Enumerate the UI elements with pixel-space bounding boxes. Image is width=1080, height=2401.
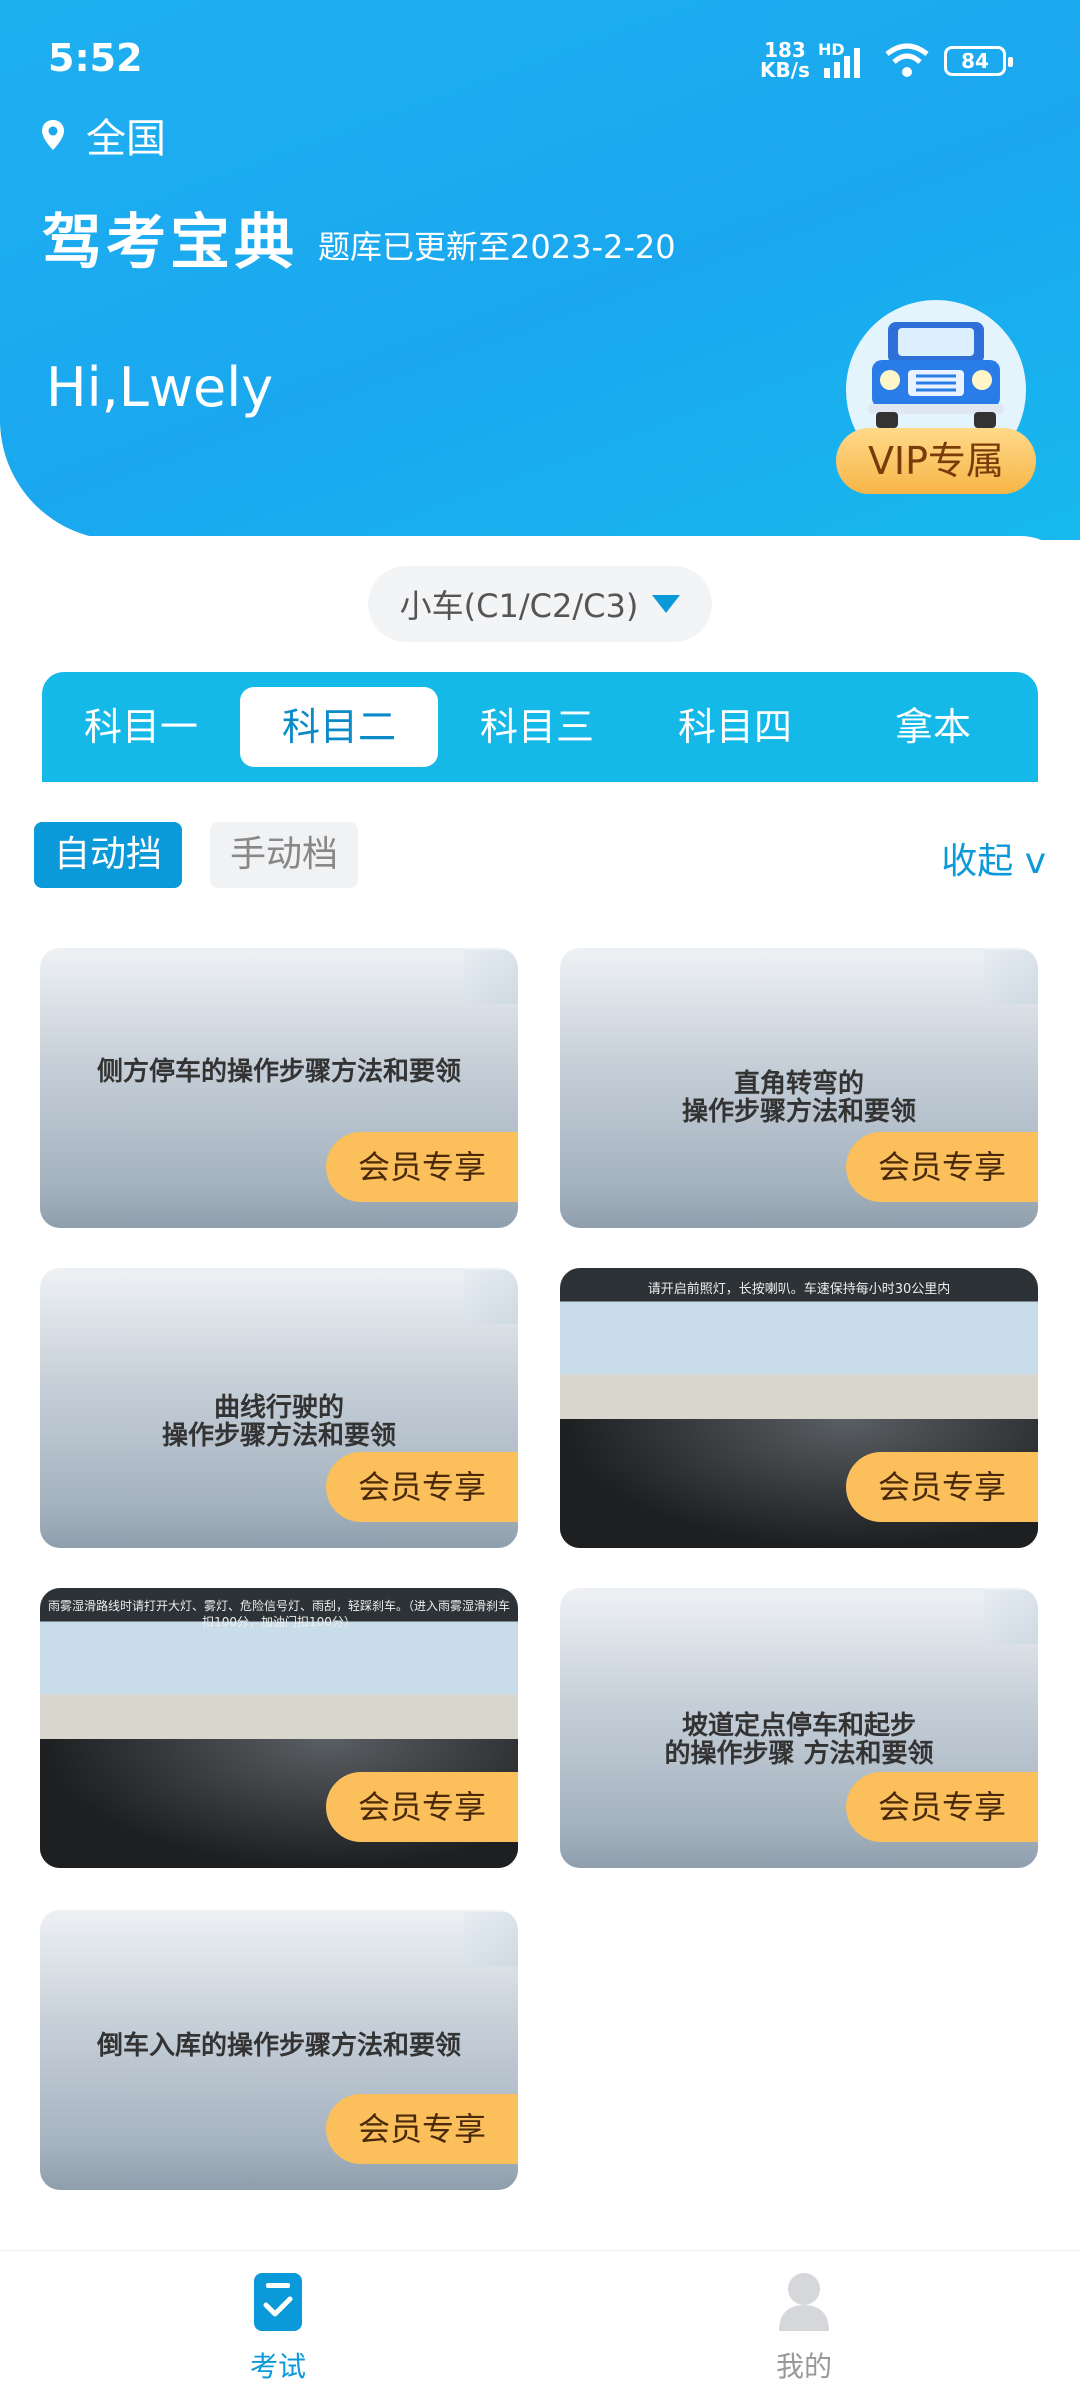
watermark-blur	[464, 1270, 518, 1324]
nav-mine[interactable]: 我的	[704, 2271, 904, 2385]
tab-subject-4[interactable]: 科目四	[636, 687, 834, 767]
tab-subject-3[interactable]: 科目三	[438, 687, 636, 767]
vip-badge[interactable]: VIP专属	[836, 300, 1036, 500]
tab-subject-1[interactable]: 科目一	[42, 687, 240, 767]
member-only-tag: 会员专享	[326, 1132, 518, 1202]
tab-subject-2[interactable]: 科目二	[240, 687, 438, 767]
location-label: 全国	[86, 116, 166, 162]
video-title-line: 倒车入库的操作步骤方法和要领	[96, 2031, 461, 2061]
app-title: 驾考宝典	[42, 208, 298, 278]
video-caption: 请开启前照灯，长按喇叭。车速保持每小时30公里内	[647, 1282, 951, 1297]
video-title-line: 曲线行驶的	[213, 1393, 344, 1423]
subject-tabs: 科目一 科目二 科目三 科目四 拿本	[42, 672, 1038, 782]
nav-exam-label: 考试	[249, 2350, 306, 2383]
member-only-tag: 会员专享	[326, 1772, 518, 1842]
video-caption: 雨雾湿滑路线时请打开大灯、雾灯、危险信号灯、雨刮，轻踩刹车。（进入雨雾湿滑刹车扣…	[47, 1599, 510, 1629]
wifi-icon	[885, 43, 929, 77]
member-only-tag: 会员专享	[846, 1452, 1038, 1522]
video-card-reverse-parking[interactable]: 倒车入库的操作步骤方法和要领 会员专享	[40, 1910, 518, 2190]
user-greeting: Hi,Lwely	[46, 356, 274, 419]
member-only-tag: 会员专享	[326, 1452, 518, 1522]
video-title-line: 操作步骤方法和要领	[681, 1097, 916, 1127]
video-card-curve-driving[interactable]: 曲线行驶的 操作步骤方法和要领 会员专享	[40, 1268, 518, 1548]
network-speed-unit: KB/s	[760, 58, 810, 82]
exam-clipboard-icon	[254, 2273, 302, 2331]
gear-filter-row: 自动挡 手动档 收起 v	[34, 822, 1046, 890]
video-title-line: 操作步骤方法和要领	[161, 1421, 396, 1451]
vip-label: VIP专属	[836, 428, 1036, 494]
video-title-line: 坡道定点停车和起步	[681, 1711, 916, 1741]
video-title-line: 侧方停车的操作步骤方法和要领	[96, 1057, 461, 1087]
video-card-right-angle-turn[interactable]: 直角转弯的 操作步骤方法和要领 会员专享	[560, 948, 1038, 1228]
watermark-blur	[464, 1912, 518, 1966]
vehicle-type-dropdown[interactable]: 小车(C1/C2/C3)	[368, 566, 712, 642]
video-card-slope-parking[interactable]: 坡道定点停车和起步 的操作步骤 方法和要领 会员专享	[560, 1588, 1038, 1868]
status-bar: 5:52 183 KB/s HD 84	[0, 0, 1080, 120]
nav-mine-label: 我的	[775, 2350, 832, 2383]
video-card-side-parking[interactable]: 侧方停车的操作步骤方法和要领 会员专享	[40, 948, 518, 1228]
tab-get-license[interactable]: 拿本	[834, 687, 1032, 767]
update-note: 题库已更新至2023-2-20	[318, 228, 676, 266]
status-time: 5:52	[48, 36, 143, 80]
member-only-tag: 会员专享	[326, 2094, 518, 2164]
video-title-line: 直角转弯的	[733, 1069, 864, 1099]
vehicle-type-label: 小车(C1/C2/C3)	[399, 587, 639, 625]
header-banner: 5:52 183 KB/s HD 84 全国 驾考宝典 题库已更新至2023-2…	[0, 0, 1080, 540]
watermark-blur	[984, 950, 1038, 1004]
watermark-blur	[984, 1590, 1038, 1644]
location-pin-icon	[42, 120, 64, 150]
jeep-icon	[868, 322, 1004, 428]
manual-gear-button[interactable]: 手动档	[210, 822, 358, 888]
member-only-tag: 会员专享	[846, 1132, 1038, 1202]
location-selector[interactable]: 全国	[42, 106, 166, 164]
user-avatar-icon	[779, 2273, 829, 2331]
network-speed: 183 KB/s	[760, 40, 810, 80]
video-title-line: 的操作步骤 方法和要领	[664, 1739, 934, 1769]
watermark-blur	[464, 950, 518, 1004]
dropdown-triangle-icon	[652, 595, 681, 613]
member-only-tag: 会员专享	[846, 1772, 1038, 1842]
automatic-gear-button[interactable]: 自动挡	[34, 822, 182, 888]
bottom-navigation: 考试 我的	[0, 2250, 1080, 2401]
signal-icon	[824, 48, 860, 78]
collapse-button[interactable]: 收起 v	[941, 832, 1046, 884]
video-card-headlight-driving[interactable]: 请开启前照灯，长按喇叭。车速保持每小时30公里内 会员专享	[560, 1268, 1038, 1548]
battery-icon: 84	[944, 46, 1013, 76]
network-speed-value: 183	[764, 38, 806, 62]
nav-exam[interactable]: 考试	[178, 2271, 378, 2385]
video-card-rain-fog-driving[interactable]: 雨雾湿滑路线时请打开大灯、雾灯、危险信号灯、雨刮，轻踩刹车。（进入雨雾湿滑刹车扣…	[40, 1588, 518, 1868]
